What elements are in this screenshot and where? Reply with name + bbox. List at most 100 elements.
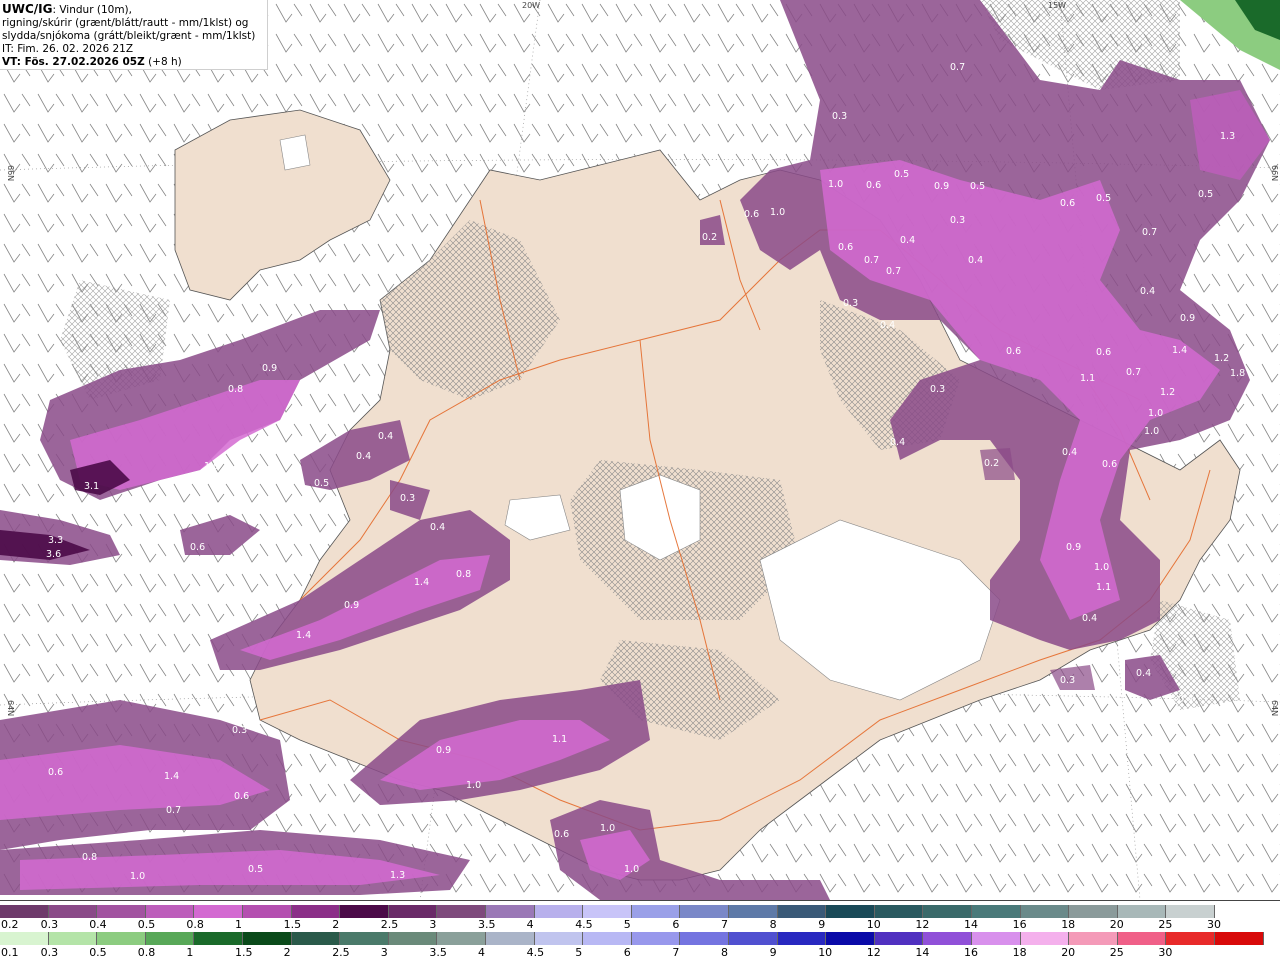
legend-swatch bbox=[972, 905, 1021, 918]
precip-value: 0.9 bbox=[1066, 542, 1081, 553]
legend-swatch bbox=[1069, 905, 1118, 918]
rain-legend-bar bbox=[0, 932, 1280, 945]
legend-label: 5 bbox=[575, 946, 583, 959]
precip-value: 0.9 bbox=[1180, 313, 1195, 324]
precip-value: 1.0 bbox=[1094, 562, 1109, 573]
precip-value: 1.2 bbox=[1160, 387, 1175, 398]
header-line-2: rigning/skúrir (grænt/blátt/rautt - mm/1… bbox=[2, 17, 249, 29]
precip-value: 1.0 bbox=[828, 179, 843, 190]
precip-value: 0.4 bbox=[890, 437, 905, 448]
precip-value: 1.0 bbox=[770, 207, 785, 218]
legend-swatch bbox=[291, 905, 341, 918]
precip-value: 1.1 bbox=[1096, 582, 1111, 593]
precip-value: 1.4 bbox=[164, 771, 179, 782]
legend-swatch bbox=[194, 905, 243, 918]
legend-swatch bbox=[388, 932, 438, 945]
precip-value: 0.9 bbox=[436, 745, 451, 756]
lat-label-64n-left: 64N bbox=[6, 700, 15, 716]
precip-value: 0.2 bbox=[984, 458, 999, 469]
legend-swatch bbox=[437, 905, 486, 918]
legend-swatch bbox=[97, 932, 146, 945]
legend-label: 16 bbox=[1012, 918, 1027, 931]
legend-swatch bbox=[923, 905, 972, 918]
precip-value: 0.9 bbox=[934, 181, 949, 192]
precip-value: 0.4 bbox=[1082, 613, 1097, 624]
precip-value: 0.6 bbox=[1060, 198, 1075, 209]
legend-label: 25 bbox=[1158, 918, 1173, 931]
precip-value: 0.7 bbox=[886, 266, 901, 277]
precip-value: 1.3 bbox=[390, 870, 405, 881]
precip-value: 0.6 bbox=[554, 829, 569, 840]
precip-value: 0.5 bbox=[1096, 193, 1111, 204]
legend-swatch bbox=[777, 905, 827, 918]
precip-value: 3.3 bbox=[48, 535, 63, 546]
legend-label: 9 bbox=[769, 946, 777, 959]
legend-swatch bbox=[340, 932, 389, 945]
precip-value: 0.3 bbox=[950, 215, 965, 226]
precip-value: 0.3 bbox=[400, 493, 415, 504]
legend-label: 0.1 bbox=[1, 946, 19, 959]
legend-label: 0.3 bbox=[40, 946, 59, 959]
legend-label: 1.5 bbox=[235, 946, 253, 959]
legend-swatch bbox=[1215, 932, 1264, 945]
precip-value: 0.8 bbox=[456, 569, 471, 580]
precip-value: 0.4 bbox=[1062, 447, 1077, 458]
legend-label: 18 bbox=[1012, 946, 1027, 959]
precip-value: 3.6 bbox=[46, 549, 61, 560]
legend-swatch bbox=[583, 905, 632, 918]
legend-label: 0.8 bbox=[186, 918, 204, 931]
legend-label: 30 bbox=[1158, 946, 1173, 959]
legend-swatch bbox=[486, 932, 535, 945]
legend-swatch bbox=[1069, 932, 1118, 945]
precip-value: 0.3 bbox=[832, 111, 847, 122]
precip-value: 1.2 bbox=[250, 474, 265, 485]
legend-swatch bbox=[194, 932, 243, 945]
legend-swatch bbox=[1166, 932, 1215, 945]
legend-label: 20 bbox=[1109, 918, 1124, 931]
precip-value: 0.6 bbox=[48, 767, 63, 778]
legend-swatch bbox=[777, 932, 827, 945]
legend-label: 4 bbox=[478, 946, 485, 959]
legend-swatch bbox=[0, 905, 49, 918]
legend-swatch bbox=[631, 905, 681, 918]
precip-value: 1.0 bbox=[624, 864, 639, 875]
legend-swatch bbox=[680, 932, 729, 945]
legend-swatch bbox=[826, 932, 875, 945]
precip-value: 0.6 bbox=[1006, 346, 1021, 357]
legend-swatch bbox=[340, 905, 389, 918]
legend-swatch bbox=[534, 932, 584, 945]
precip-value: 0.7 bbox=[864, 255, 879, 266]
legend-swatch bbox=[680, 905, 729, 918]
precip-value: 1.0 bbox=[1144, 426, 1159, 437]
precip-value: 0.6 bbox=[838, 242, 853, 253]
precip-value: 0.7 bbox=[1142, 227, 1157, 238]
precip-value: 0.5 bbox=[1198, 189, 1213, 200]
legend-label: 8 bbox=[721, 946, 728, 959]
precip-value: 0.7 bbox=[1126, 367, 1141, 378]
map-header: UWC/IG: Vindur (10m), rigning/skúrir (gr… bbox=[0, 0, 268, 70]
precip-value: 0.3 bbox=[930, 384, 945, 395]
legend-swatch bbox=[291, 932, 341, 945]
lat-label-64n-right: 64N bbox=[1270, 700, 1279, 716]
legend-swatch bbox=[631, 932, 681, 945]
legend-label: 1 bbox=[235, 918, 242, 931]
legend-label: 1.5 bbox=[283, 918, 302, 931]
precip-value: 0.4 bbox=[1136, 668, 1151, 679]
precip-value: 0.5 bbox=[894, 169, 909, 180]
valid-time: VT: Fös. 27.02.2026 05Z bbox=[2, 56, 145, 68]
weather-map: 20W 15W 66N 66N 64N 64N 3.1 3.3 3.6 1.0 … bbox=[0, 0, 1280, 901]
snow-legend-bar bbox=[0, 905, 1280, 918]
legend-swatch bbox=[534, 905, 584, 918]
precip-value: 0.7 bbox=[950, 62, 965, 73]
legend-label: 12 bbox=[915, 918, 930, 931]
precip-value: 1.1 bbox=[1080, 373, 1095, 384]
legend-swatch bbox=[923, 932, 972, 945]
precip-value: 0.5 bbox=[970, 181, 985, 192]
precip-value: 0.3 bbox=[304, 408, 319, 419]
precip-value: 1.8 bbox=[1230, 368, 1245, 379]
legend-label: 7 bbox=[672, 946, 680, 959]
precip-value: 1.4 bbox=[296, 630, 311, 641]
legend-label: 4.5 bbox=[526, 946, 545, 959]
legend-swatch bbox=[48, 905, 98, 918]
legend-label: 12 bbox=[866, 946, 881, 959]
